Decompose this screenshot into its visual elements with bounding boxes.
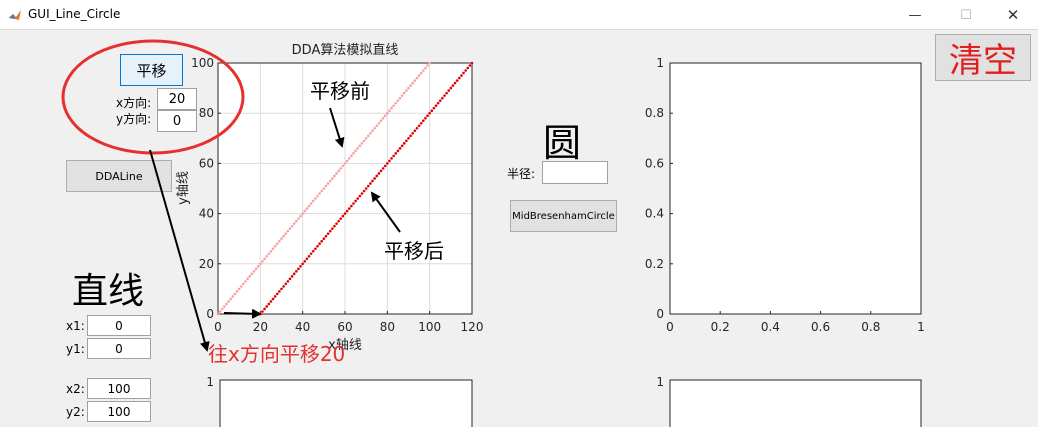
bottom-right-tick: 1 [656,375,664,389]
bottom-axes: 1 1 [206,375,922,427]
bottom-left-tick: 1 [206,375,214,389]
